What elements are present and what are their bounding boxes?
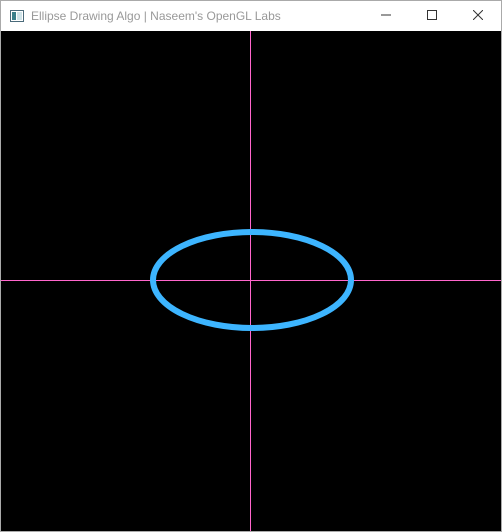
scene-svg xyxy=(1,31,501,531)
opengl-app-icon xyxy=(9,8,25,24)
close-icon xyxy=(472,7,484,25)
app-window: Ellipse Drawing Algo | Naseem's OpenGL L… xyxy=(0,0,502,532)
maximize-button[interactable] xyxy=(409,1,455,31)
caption-buttons xyxy=(363,1,501,31)
title-bar[interactable]: Ellipse Drawing Algo | Naseem's OpenGL L… xyxy=(1,1,501,31)
minimize-icon xyxy=(381,7,391,25)
opengl-canvas[interactable] xyxy=(1,31,501,531)
minimize-button[interactable] xyxy=(363,1,409,31)
close-button[interactable] xyxy=(455,1,501,31)
maximize-icon xyxy=(427,7,437,25)
window-title: Ellipse Drawing Algo | Naseem's OpenGL L… xyxy=(31,9,281,23)
